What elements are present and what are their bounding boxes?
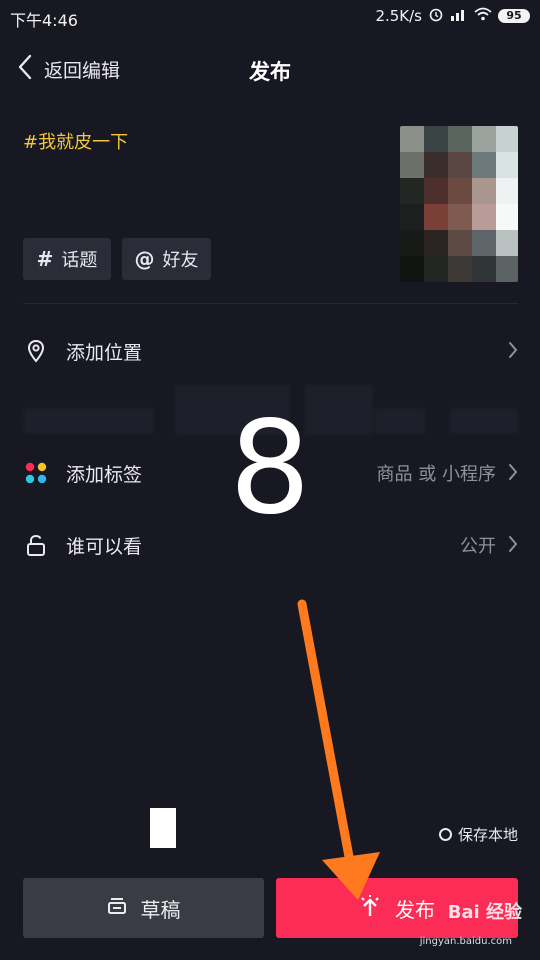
location-pin-icon <box>24 339 48 363</box>
status-time: 下午4:46 <box>10 11 78 30</box>
alarm-icon <box>428 6 444 26</box>
draft-button[interactable]: 草稿 <box>23 878 264 938</box>
publish-label: 发布 <box>395 897 435 922</box>
watermark-url: jingyan.baidu.com <box>419 936 512 947</box>
friend-label: 好友 <box>162 250 199 271</box>
hash-icon: # <box>36 247 54 271</box>
save-local-label: 保存本地 <box>457 826 518 844</box>
draft-icon <box>107 896 127 920</box>
chevron-right-icon <box>508 341 518 363</box>
signal-icon <box>450 7 468 25</box>
battery-indicator: 95 <box>498 9 530 23</box>
watermark-logo: Bai 经验 <box>447 902 522 923</box>
radio-circle-icon <box>438 828 452 841</box>
nav-bar: 返回编辑 发布 <box>0 36 540 104</box>
divider <box>23 303 518 304</box>
network-speed: 2.5K/s <box>375 7 422 25</box>
status-bar: 下午4:46 2.5K/s 95 <box>0 0 540 36</box>
save-local-toggle[interactable]: 保存本地 <box>438 824 518 845</box>
topic-label: 话题 <box>61 250 98 271</box>
wifi-icon <box>474 7 492 25</box>
page-title: 发布 <box>249 60 291 84</box>
status-right: 2.5K/s 95 <box>375 6 530 26</box>
step-number-overlay: 8 <box>229 394 311 543</box>
add-location-label: 添加位置 <box>66 341 143 364</box>
visibility-label: 谁可以看 <box>66 535 143 558</box>
video-thumbnail[interactable] <box>400 126 518 282</box>
upload-icon <box>359 894 381 923</box>
draft-label: 草稿 <box>140 897 181 922</box>
add-location-row[interactable]: 添加位置 <box>0 324 540 378</box>
caption-text[interactable]: #我就皮一下 <box>23 128 128 154</box>
visibility-value: 公开 <box>460 536 496 557</box>
chevron-right-icon <box>508 535 518 557</box>
at-icon: @ <box>134 247 155 271</box>
lock-icon <box>24 533 48 557</box>
white-block <box>150 808 176 848</box>
topic-button[interactable]: # 话题 <box>23 238 111 280</box>
mention-friend-button[interactable]: @ 好友 <box>122 238 211 280</box>
